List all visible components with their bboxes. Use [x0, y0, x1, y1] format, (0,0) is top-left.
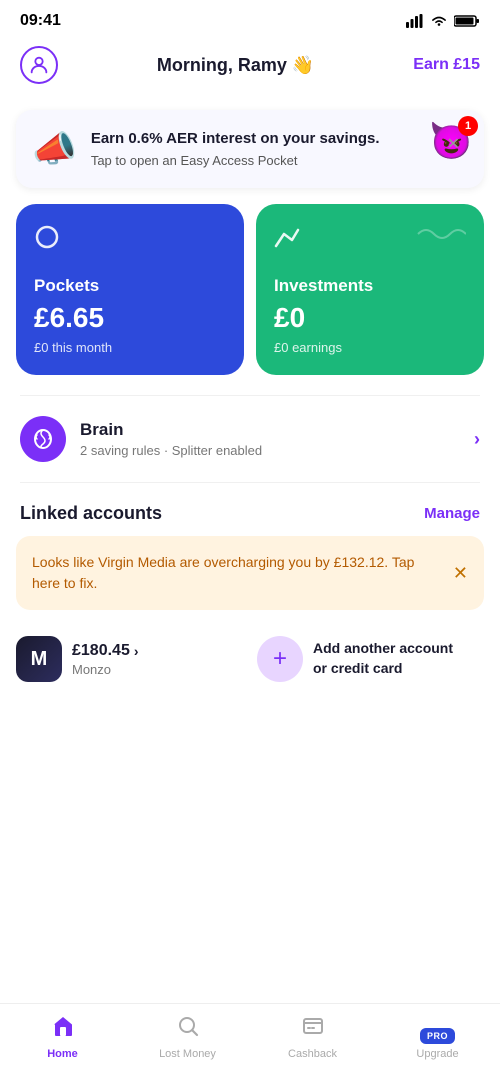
brain-section[interactable]: Brain 2 saving rules · Splitter enabled … — [0, 400, 500, 478]
brain-icon — [20, 416, 66, 462]
nav-cashback[interactable]: Cashback — [250, 1014, 375, 1060]
pockets-amount: £6.65 — [34, 302, 226, 334]
avatar-icon[interactable] — [20, 46, 58, 84]
pockets-card[interactable]: Pockets £6.65 £0 this month — [16, 204, 244, 375]
status-time: 09:41 — [20, 12, 61, 30]
manage-button[interactable]: Manage — [424, 505, 480, 522]
notification-badge: 1 — [458, 116, 478, 136]
divider-1 — [20, 395, 480, 396]
alert-close-button[interactable]: ✕ — [453, 563, 468, 584]
monzo-amount: £180.45 — [72, 642, 130, 660]
battery-icon — [454, 14, 480, 28]
brain-subtitle: 2 saving rules · Splitter enabled — [80, 443, 460, 458]
home-nav-icon — [51, 1014, 75, 1044]
add-account-item[interactable]: + Add another account or credit card — [257, 636, 484, 682]
nav-cashback-label: Cashback — [288, 1048, 337, 1060]
investments-squiggle — [416, 224, 466, 249]
monzo-account-info: £180.45 › Monzo — [72, 642, 139, 677]
linked-accounts-title: Linked accounts — [20, 503, 162, 524]
investments-card[interactable]: Investments £0 £0 earnings — [256, 204, 484, 375]
banner-sub-text: Tap to open an Easy Access Pocket — [91, 153, 468, 168]
overcharge-alert[interactable]: Looks like Virgin Media are overcharging… — [16, 536, 484, 610]
monzo-amount-chevron: › — [134, 643, 139, 659]
monzo-account-item[interactable]: M £180.45 › Monzo — [16, 636, 243, 682]
banner-bold-text: Earn 0.6% AER interest on your savings. — [91, 130, 380, 147]
savings-banner[interactable]: 📣 Earn 0.6% AER interest on your savings… — [16, 110, 484, 188]
monzo-name: Monzo — [72, 662, 139, 677]
pockets-sub: £0 this month — [34, 340, 226, 355]
dashboard-cards: Pockets £6.65 £0 this month Investments … — [0, 204, 500, 375]
signal-icon — [406, 14, 424, 28]
alert-text: Looks like Virgin Media are overcharging… — [32, 552, 441, 594]
investments-label: Investments — [274, 276, 466, 296]
earn-button[interactable]: Earn £15 — [413, 56, 480, 74]
nav-home-label: Home — [47, 1048, 78, 1060]
nav-home[interactable]: Home — [0, 1014, 125, 1060]
banner-content: Earn 0.6% AER interest on your savings. … — [91, 128, 468, 168]
divider-2 — [20, 482, 480, 483]
monzo-logo: M — [16, 636, 62, 682]
brain-chevron-icon: › — [474, 429, 480, 450]
investments-amount: £0 — [274, 302, 466, 334]
nav-lost-money-label: Lost Money — [159, 1048, 216, 1060]
banner-close-button[interactable]: ✕ — [447, 134, 460, 154]
status-icons — [406, 14, 480, 28]
nav-upgrade[interactable]: PRO Upgrade — [375, 1028, 500, 1060]
pockets-label: Pockets — [34, 276, 226, 296]
wifi-icon — [430, 14, 448, 28]
nav-lost-money[interactable]: Lost Money — [125, 1014, 250, 1060]
linked-accounts-header: Linked accounts Manage — [0, 487, 500, 536]
add-account-button[interactable]: + — [257, 636, 303, 682]
header-greeting: Morning, Ramy 👋 — [157, 55, 314, 76]
add-account-text: Add another account or credit card — [313, 639, 453, 678]
header: Morning, Ramy 👋 Earn £15 — [0, 38, 500, 100]
brain-text: Brain 2 saving rules · Splitter enabled — [80, 420, 460, 458]
nav-upgrade-label: Upgrade — [416, 1048, 458, 1060]
banner-megaphone-icon: 📣 — [32, 128, 77, 170]
brain-title: Brain — [80, 420, 460, 440]
banner-badge-area: 1 😈 ✕ — [429, 120, 474, 162]
investments-icon — [274, 224, 300, 256]
bottom-nav: Home Lost Money Cashback PRO Upgrade — [0, 1003, 500, 1080]
investments-sub: £0 earnings — [274, 340, 466, 355]
pockets-icon — [34, 224, 60, 256]
lost-money-nav-icon — [176, 1014, 200, 1044]
accounts-row: M £180.45 › Monzo + Add another account … — [0, 626, 500, 692]
cashback-nav-icon — [301, 1014, 325, 1044]
status-bar: 09:41 — [0, 0, 500, 38]
pro-badge: PRO — [420, 1028, 455, 1044]
